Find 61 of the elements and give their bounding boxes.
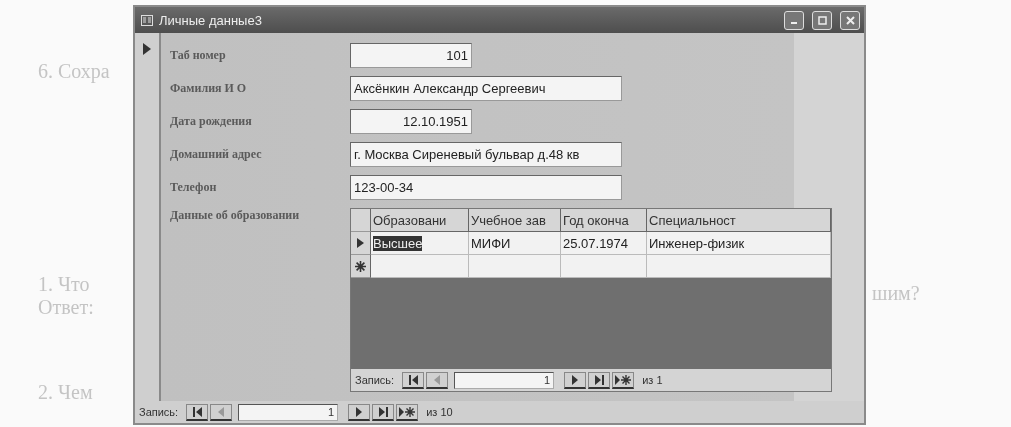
table-cell[interactable]: [371, 255, 469, 278]
last-icon: [378, 406, 388, 417]
first-record-button[interactable]: [402, 371, 425, 389]
current-record-icon: [357, 238, 364, 248]
previous-icon: [434, 374, 441, 385]
current-record-icon: [143, 43, 151, 55]
field-label: Данные об образовании: [170, 208, 301, 224]
text-field[interactable]: 123-00-34: [350, 175, 622, 200]
last-record-button[interactable]: [372, 403, 395, 421]
next-icon: [572, 374, 579, 385]
record-number-field[interactable]: 1: [238, 403, 339, 421]
window-title: Личные данные3: [159, 12, 263, 28]
field-label: Домашний адрес: [170, 147, 263, 162]
maximize-button[interactable]: [812, 10, 832, 30]
new-record-button[interactable]: [612, 371, 635, 389]
text-field[interactable]: Аксёнкин Александр Сергеевич: [350, 76, 622, 101]
text-field[interactable]: 12.10.1951: [350, 109, 472, 134]
new-row-selector[interactable]: [351, 255, 371, 278]
maximize-icon: [817, 15, 827, 25]
first-icon: [408, 374, 418, 385]
table-cell: МИФИ: [469, 232, 561, 255]
field-label: Дата рождения: [170, 114, 253, 129]
new-record-icon: [355, 260, 366, 272]
field-label: Фамилия И О: [170, 81, 248, 96]
column-header[interactable]: Год оконча: [561, 209, 647, 232]
close-icon: [845, 15, 855, 25]
last-record-button[interactable]: [588, 371, 611, 389]
table-cell[interactable]: [561, 255, 647, 278]
new-record-icon: [615, 374, 632, 385]
previous-icon: [218, 406, 225, 417]
last-icon: [594, 374, 604, 385]
next-record-button[interactable]: [348, 403, 371, 421]
first-icon: [192, 406, 202, 417]
table-cell: Инженер-физик: [647, 232, 831, 255]
text-field[interactable]: 101: [350, 43, 472, 68]
column-header[interactable]: Специальност: [647, 209, 831, 232]
next-icon: [356, 406, 363, 417]
first-record-button[interactable]: [186, 403, 209, 421]
table-cell[interactable]: [469, 255, 561, 278]
table-cell: 25.07.1974: [561, 232, 647, 255]
record-count: из 10: [426, 406, 453, 418]
close-button[interactable]: [840, 10, 860, 30]
field-label: Таб номер: [170, 48, 227, 63]
record-count: из 1: [642, 374, 663, 386]
table-cell[interactable]: [647, 255, 831, 278]
new-record-icon: [399, 406, 416, 417]
new-record-button[interactable]: [396, 403, 419, 421]
field-label: Телефон: [170, 180, 218, 195]
column-header[interactable]: Учебное зав: [469, 209, 561, 232]
next-record-button[interactable]: [564, 371, 587, 389]
minimize-button[interactable]: [784, 10, 804, 30]
previous-record-button[interactable]: [426, 371, 449, 389]
record-label: Запись:: [355, 374, 395, 386]
record-number-field[interactable]: 1: [454, 371, 555, 389]
previous-record-button[interactable]: [210, 403, 233, 421]
row-selector[interactable]: [351, 232, 371, 255]
table-cell: Высшее: [371, 232, 469, 255]
record-label: Запись:: [139, 406, 179, 418]
form-icon: [141, 14, 153, 26]
text-field[interactable]: г. Москва Сиреневый бульвар д.48 кв: [350, 142, 622, 167]
column-header[interactable]: Образовани: [371, 209, 469, 232]
